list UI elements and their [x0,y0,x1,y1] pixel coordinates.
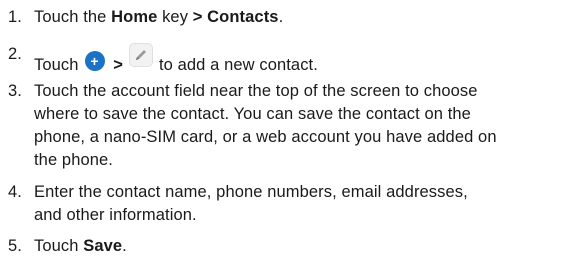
text-run: Touch the [34,8,112,26]
text-run: key [157,8,193,26]
step-number: 3. [8,82,22,100]
step-text: Touch Save. [34,235,574,258]
text-run: to add a new contact. [158,56,318,74]
step-number: 4. [8,183,22,201]
text-line: phone, a nano-SIM card, or a web account… [34,128,497,146]
text-run: Touch [34,56,79,74]
text-run: Touch [34,237,84,255]
text-line: Enter the contact name, phone numbers, e… [34,183,468,201]
step-number: 2. [8,45,22,63]
separator: > [113,56,123,74]
text-run: . [278,8,284,26]
step-text: Enter the contact name, phone numbers, e… [34,181,574,227]
step-text: Touch the account field near the top of … [34,80,574,172]
home-key-label: Home [111,8,158,26]
step-text: Touch + > to add a new contact. [34,43,574,77]
add-contact-icon: + [84,51,105,71]
text-run: . [122,237,127,255]
edit-pencil-icon [128,43,153,67]
contacts-label: > Contacts [192,8,279,26]
text-line: Touch the account field near the top of … [34,82,478,100]
text-line: the phone. [34,151,113,169]
step-number: 5. [8,237,22,255]
step-number: 1. [8,8,22,26]
step-text: Touch the Home key > Contacts. [34,6,574,29]
save-label: Save [83,237,123,255]
text-line: and other information. [34,206,197,224]
text-line: where to save the contact. You can save … [34,105,471,123]
